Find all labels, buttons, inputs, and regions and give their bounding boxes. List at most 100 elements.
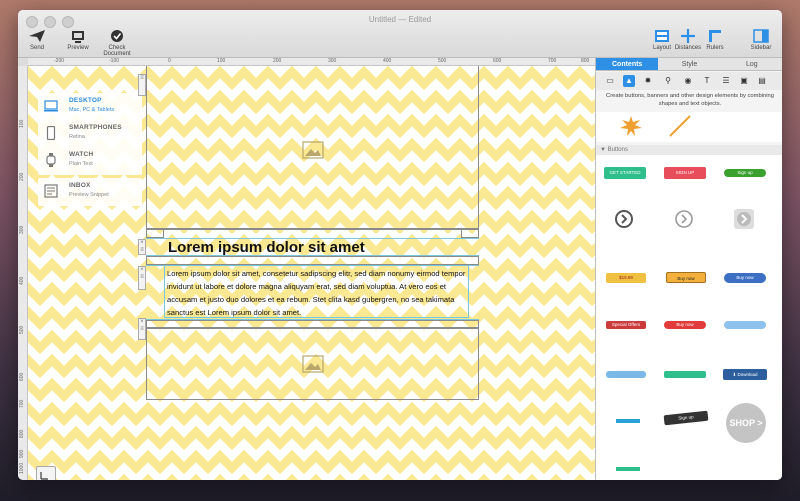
ruler-tick: 600 (493, 58, 502, 64)
rulers-button[interactable]: Rulers (704, 29, 726, 51)
window-title: Untitled — Edited (368, 15, 432, 24)
row-cell (461, 229, 479, 238)
ruler-tick: 700 (548, 58, 557, 64)
row-drag-handle[interactable]: × ≡ (138, 318, 146, 340)
image-placeholder-icon (302, 141, 324, 159)
button-preset-sign-up-dark[interactable]: Sign up (663, 410, 709, 426)
list-tool-icon[interactable]: ☰ (720, 75, 732, 87)
device-smartphones[interactable]: SMARTPHONES Retina (38, 120, 142, 148)
arrow-circle-outline-icon[interactable] (674, 209, 694, 229)
row-drag-handle[interactable]: × ≡ (138, 266, 146, 290)
ruler-tick: 1000 (19, 462, 25, 474)
arrow-badge-icon[interactable] (732, 207, 756, 231)
send-icon (29, 30, 45, 42)
row-spacer (146, 256, 479, 265)
button-preset-price[interactable]: $19.99 (606, 273, 646, 283)
button-preset-thin-green[interactable] (616, 467, 640, 471)
image-block-top[interactable] (146, 66, 479, 229)
panel-tabs: Contents Style Log (596, 58, 782, 71)
button-preset-get-started[interactable]: GET STARTED (604, 167, 646, 179)
row-cell (146, 229, 164, 238)
ruler-tick: 600 (19, 372, 25, 381)
rulers-icon (709, 30, 721, 42)
panel-hint: Create buttons, banners and other design… (606, 93, 774, 107)
email-canvas[interactable]: DESKTOP Mac, PC & Tablets SMARTPHONES Re… (28, 66, 595, 480)
ruler-tick: 800 (581, 58, 590, 64)
device-watch[interactable]: WATCH Plain Text (38, 147, 142, 175)
smartphone-icon (46, 126, 56, 140)
body-text[interactable]: Lorem ipsum dolor sit amet, consetetur s… (167, 267, 472, 319)
horizontal-ruler[interactable]: -200 -100 0 100 200 300 400 500 600 700 … (28, 58, 595, 66)
starburst-shape[interactable] (620, 116, 642, 136)
button-preset-thin-blue[interactable] (616, 419, 640, 423)
image-tool-icon[interactable]: ▣ (738, 75, 750, 87)
preview-button[interactable]: Preview (64, 29, 92, 51)
button-preset-download[interactable]: ⬇ Download (723, 369, 767, 380)
row-drag-handle[interactable]: ≡ (138, 74, 146, 96)
ruler-tick: 500 (19, 325, 25, 334)
tab-style[interactable]: Style (658, 58, 720, 70)
arrow-circle-icon[interactable] (614, 209, 634, 229)
badge-tool-icon[interactable]: ✹ (642, 75, 654, 87)
camera-tool-icon[interactable]: ◉ (682, 75, 694, 87)
sidebar-icon (753, 29, 769, 43)
button-preset-light-blue[interactable] (724, 321, 766, 329)
line-shape[interactable] (668, 114, 692, 138)
ruler-tick: -200 (54, 58, 65, 64)
device-subtitle: Mac, PC & Tablets (69, 107, 115, 113)
row-divider (146, 229, 479, 230)
device-inbox[interactable]: INBOX Preview Snippet (38, 178, 142, 206)
send-button[interactable]: Send (26, 29, 48, 51)
canvas-resize-button[interactable] (36, 466, 56, 480)
button-preset-buy-now-blue[interactable]: Buy now (724, 273, 766, 283)
laptop-icon (44, 100, 58, 112)
button-preset-sign-up[interactable]: SIGN UP (664, 167, 706, 179)
image-block-bottom[interactable] (146, 328, 479, 400)
device-subtitle: Retina (69, 134, 85, 140)
heading-text[interactable]: Lorem ipsum dolor sit amet (168, 239, 365, 256)
photo-tool-icon[interactable]: ▤ (756, 75, 768, 87)
device-desktop[interactable]: DESKTOP Mac, PC & Tablets (38, 93, 142, 121)
button-preset-shop-circle[interactable]: SHOP > (726, 403, 766, 443)
buttons-section-header[interactable]: ▼ Buttons (596, 145, 782, 155)
element-type-toolbar: ▭ ▲ ✹ ⚲ ◉ T ☰ ▣ ▤ (596, 72, 782, 90)
check-document-button[interactable]: Check Document (94, 29, 140, 57)
ruler-tick: 100 (217, 58, 226, 64)
ruler-tick: 300 (328, 58, 337, 64)
layout-button[interactable]: Layout (651, 29, 673, 51)
button-preset-buy-now-red[interactable]: Buy now (664, 321, 706, 329)
button-preset-buy-now-gold[interactable]: Buy now (666, 272, 706, 283)
shapes-tool-icon[interactable]: ▲ (623, 75, 635, 87)
button-preset-special-offers[interactable]: Special Offers (606, 321, 646, 329)
pin-tool-icon[interactable]: ⚲ (662, 75, 674, 87)
sidebar-button[interactable]: Sidebar (748, 29, 774, 51)
checkmark-icon (111, 30, 123, 42)
ruler-tick: 900 (19, 449, 25, 458)
distances-button[interactable]: Distances (674, 29, 702, 51)
button-preset-sign-up-green[interactable]: Sign up (724, 169, 766, 177)
ruler-tick: 0 (168, 58, 171, 64)
tab-log[interactable]: Log (721, 58, 782, 70)
button-preset-blue-bar[interactable] (606, 371, 646, 378)
ruler-tick: 400 (19, 276, 25, 285)
layout-tool-icon[interactable]: ▭ (604, 75, 616, 87)
button-preset-green-bar[interactable] (664, 371, 706, 378)
ruler-tick: 400 (383, 58, 392, 64)
distances-icon (681, 29, 695, 43)
vertical-ruler[interactable]: 100 200 300 400 500 600 700 800 900 1000 (18, 66, 28, 480)
title-bar: Untitled — Edited Send Preview Check Doc… (18, 10, 782, 58)
text-tool-icon[interactable]: T (701, 75, 713, 87)
ruler-corner (18, 58, 28, 66)
row-drag-handle[interactable]: × ≡ (138, 239, 146, 255)
row-spacer (146, 320, 479, 328)
device-subtitle: Plain Text (69, 161, 93, 167)
ruler-tick: 100 (19, 119, 25, 128)
tab-contents[interactable]: Contents (596, 58, 659, 70)
ruler-tick: -100 (109, 58, 120, 64)
ruler-tick: 800 (19, 429, 25, 438)
ruler-tick: 200 (19, 172, 25, 181)
sidebar-panel: Contents Style Log ▭ ▲ ✹ ⚲ ◉ T ☰ ▣ ▤ Cre… (595, 58, 782, 480)
ruler-tick: 700 (19, 399, 25, 408)
ruler-tick: 200 (273, 58, 282, 64)
resize-corner-icon (40, 472, 48, 480)
